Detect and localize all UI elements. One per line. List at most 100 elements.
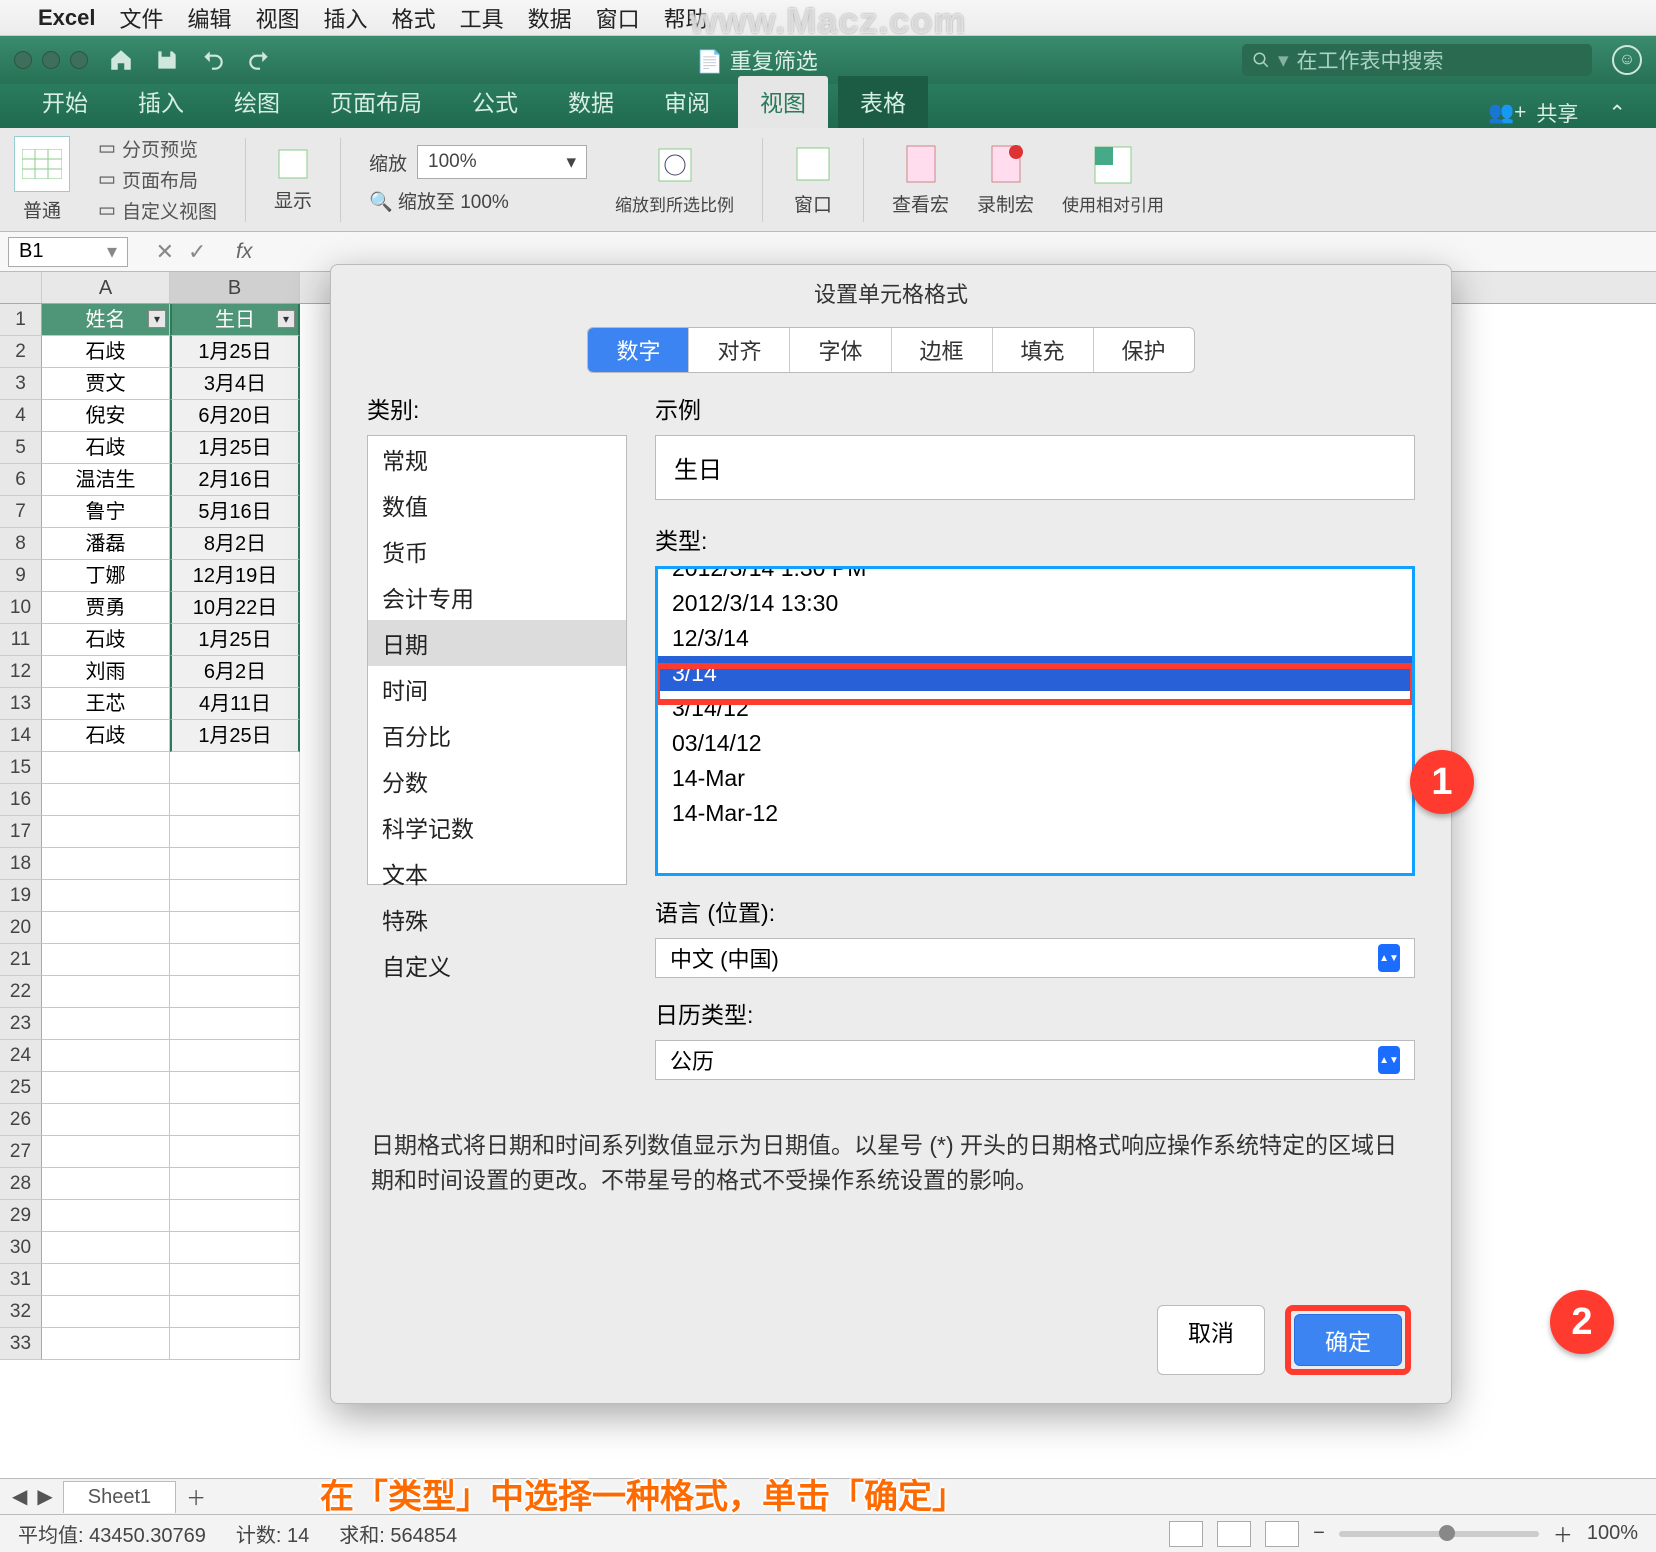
zoom-100-button[interactable]: 🔍 缩放至 100% [369,187,587,214]
tab-data[interactable]: 数据 [546,76,636,128]
sheet-nav-first[interactable]: ◀ [12,1484,27,1509]
tab-formulas[interactable]: 公式 [450,76,540,128]
type-item[interactable]: 2012/3/14 1:30 PM [658,566,1412,586]
document-title: 📄 重复筛选 [292,44,1222,76]
traffic-lights[interactable] [14,51,88,69]
menu-edit[interactable]: 编辑 [188,2,232,34]
type-item[interactable]: 14-Mar-12 [658,796,1412,831]
category-list[interactable]: 常规数值货币会计专用日期时间百分比分数科学记数文本特殊自定义 [367,435,627,885]
category-item[interactable]: 特殊 [368,896,626,942]
category-item[interactable]: 百分比 [368,712,626,758]
view-macros[interactable]: 查看宏 [892,142,949,217]
category-label: 类别: [367,391,627,425]
save-icon[interactable] [154,47,180,73]
view-layout-icon[interactable] [1217,1521,1251,1547]
locale-select[interactable]: 中文 (中国)▲▼ [655,938,1415,978]
select-all-corner[interactable] [0,272,42,303]
tab-insert[interactable]: 插入 [116,76,206,128]
worksheet[interactable]: A B 1姓名▾生日▾2石歧1月25日3贾文3月4日4倪安6月20日5石歧1月2… [0,272,320,1478]
type-list[interactable]: 2012/3/14 1:30 PM2012/3/14 13:3012/3/143… [655,566,1415,876]
menu-view[interactable]: 视图 [256,2,300,34]
calendar-label: 日历类型: [655,996,1415,1030]
dialog-tab-边框[interactable]: 边框 [892,328,993,372]
category-item[interactable]: 时间 [368,666,626,712]
custom-views[interactable]: ▭ 自定义视图 [98,197,217,224]
page-break-preview[interactable]: ▭ 分页预览 [98,135,217,162]
dialog-tab-字体[interactable]: 字体 [790,328,891,372]
use-relative-ref[interactable]: 使用相对引用 [1062,143,1164,216]
user-icon[interactable]: ☺ [1612,45,1642,75]
zoom-out-button[interactable]: − [1313,1522,1325,1545]
category-item[interactable]: 数值 [368,482,626,528]
calendar-select[interactable]: 公历▲▼ [655,1040,1415,1080]
share-button[interactable]: 👥+ 共享 ⌃ [1488,98,1636,128]
category-item[interactable]: 文本 [368,850,626,896]
col-header-a[interactable]: A [42,272,170,303]
home-icon[interactable] [108,47,134,73]
view-normal-icon[interactable] [1169,1521,1203,1547]
type-item[interactable]: 3/14 [658,656,1412,691]
ok-button[interactable]: 确定 [1294,1314,1402,1366]
app-name[interactable]: Excel [38,5,96,31]
dialog-tab-数字[interactable]: 数字 [588,328,689,372]
type-label: 类型: [655,522,1415,556]
record-icon [986,142,1026,186]
undo-icon[interactable] [200,47,226,73]
category-item[interactable]: 日期 [368,620,626,666]
record-macro[interactable]: 录制宏 [977,142,1034,217]
normal-view-button[interactable]: 普通 [14,136,70,223]
category-item[interactable]: 会计专用 [368,574,626,620]
type-item[interactable]: 3/14/12 [658,691,1412,726]
menu-format[interactable]: 格式 [392,2,436,34]
search-caret: ▾ [1278,48,1289,73]
redo-icon[interactable] [246,47,272,73]
confirm-icon[interactable]: ✓ [188,239,206,265]
tab-home[interactable]: 开始 [20,76,110,128]
col-header-b[interactable]: B [170,272,300,303]
tab-layout[interactable]: 页面布局 [308,76,444,128]
search-field[interactable]: ▾ 在工作表中搜索 [1242,44,1592,76]
zoom-in-button[interactable]: ＋ [1553,1519,1573,1548]
type-item[interactable]: 2012/3/14 13:30 [658,586,1412,621]
zoom-select[interactable]: 100%▾ [417,145,587,179]
type-item[interactable]: 12/3/14 [658,621,1412,656]
sample-value: 生日 [655,435,1415,500]
window-group[interactable]: 窗口 [791,142,835,217]
menu-help[interactable]: 帮助 [664,2,708,34]
type-item[interactable]: 03/14/12 [658,726,1412,761]
tab-table[interactable]: 表格 [838,76,928,128]
menu-window[interactable]: 窗口 [596,2,640,34]
menu-file[interactable]: 文件 [120,2,164,34]
view-break-icon[interactable] [1265,1521,1299,1547]
zoom-to-selection[interactable]: 缩放到所选比例 [615,143,734,216]
name-box[interactable]: B1▾ [8,237,128,267]
formula-controls[interactable]: ✕✓ [136,239,226,265]
dialog-tab-保护[interactable]: 保护 [1094,328,1194,372]
tab-draw[interactable]: 绘图 [212,76,302,128]
status-count: 计数: 14 [236,1519,309,1548]
page-layout-view[interactable]: ▭ 页面布局 [98,166,217,193]
add-sheet-button[interactable]: ＋ [186,1482,206,1511]
dialog-tab-对齐[interactable]: 对齐 [689,328,790,372]
category-item[interactable]: 科学记数 [368,804,626,850]
tab-view[interactable]: 视图 [738,76,828,128]
type-item[interactable]: 14-Mar [658,761,1412,796]
category-item[interactable]: 常规 [368,436,626,482]
menu-insert[interactable]: 插入 [324,2,368,34]
ribbon-tabs: 开始 插入 绘图 页面布局 公式 数据 审阅 视图 表格 👥+ 共享 ⌃ [0,84,1656,128]
category-item[interactable]: 货币 [368,528,626,574]
category-item[interactable]: 自定义 [368,942,626,988]
zoom-slider[interactable] [1339,1531,1539,1537]
cancel-button[interactable]: 取消 [1157,1305,1265,1375]
sheet-nav-prev[interactable]: ▶ [37,1484,52,1509]
tab-review[interactable]: 审阅 [642,76,732,128]
dialog-title: 设置单元格格式 [331,265,1451,317]
show-group[interactable]: 显示 [274,146,312,213]
sheet-tab[interactable]: Sheet1 [63,1481,176,1513]
status-sum: 求和: 564854 [339,1519,457,1548]
dialog-tab-填充[interactable]: 填充 [993,328,1094,372]
cancel-icon[interactable]: ✕ [156,239,174,265]
category-item[interactable]: 分数 [368,758,626,804]
menu-data[interactable]: 数据 [528,2,572,34]
menu-tools[interactable]: 工具 [460,2,504,34]
